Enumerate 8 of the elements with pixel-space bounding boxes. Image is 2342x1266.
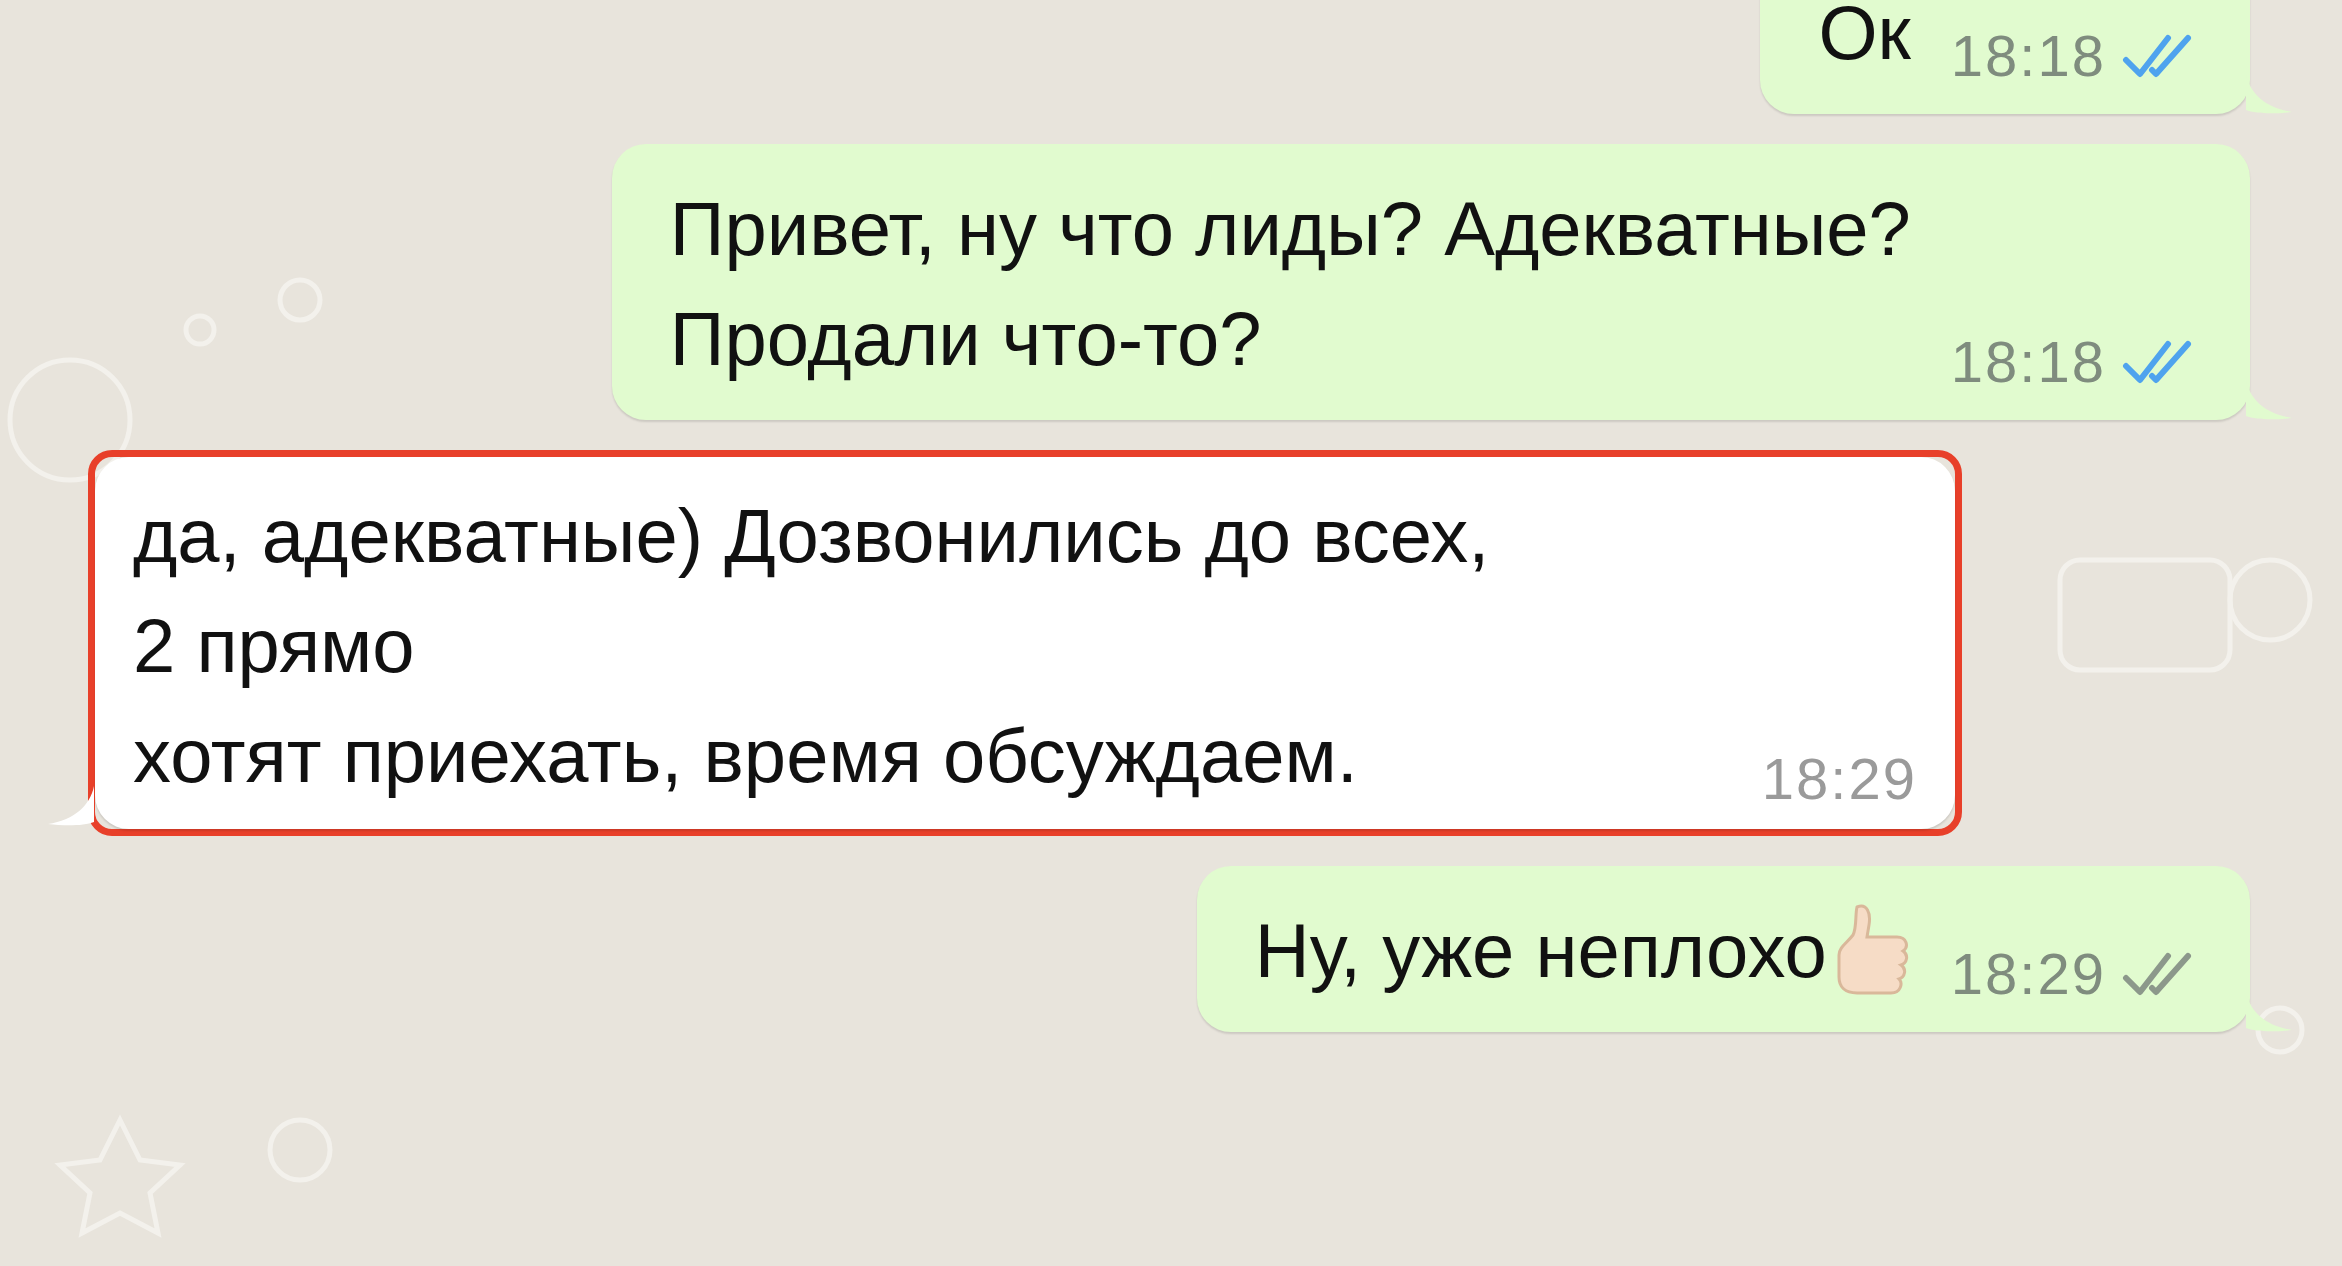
message-time: 18:18 bbox=[1950, 330, 2106, 394]
message-time: 18:18 bbox=[1950, 24, 2106, 88]
message-text: Привет, ну что лиды? Адекватные? Продали что-то? bbox=[669, 185, 1911, 383]
message-text: Ну, уже неплохо bbox=[1254, 907, 1827, 995]
message-time: 18:29 bbox=[1950, 942, 2106, 1006]
message-text: да, адекватные) Дозвонились до всех, 2 прямо хотят приехать, время обсуждаем. bbox=[133, 492, 1490, 800]
message-text: Ок bbox=[1818, 0, 1911, 77]
message-time: 18:29 bbox=[1761, 747, 1917, 811]
